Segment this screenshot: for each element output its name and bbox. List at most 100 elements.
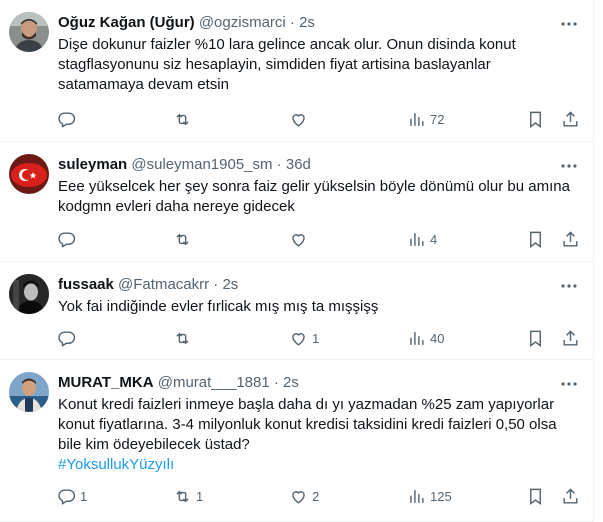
display-name[interactable]: suleyman [58,156,127,173]
avatar[interactable] [9,12,49,52]
tweet-text: Konut kredi faizleri inmeye başla daha d… [58,395,575,475]
action-bar: 1 40 [55,326,579,350]
display-name[interactable]: Oğuz Kağan (Uğur) [58,14,195,31]
more-icon[interactable] [559,156,579,176]
retweet-button[interactable]: 1 [173,484,203,508]
like-button[interactable]: 1 [289,326,319,350]
share-icon [563,110,578,127]
like-button[interactable] [289,107,312,131]
views-icon [410,489,424,503]
like-button[interactable]: 2 [289,484,319,508]
avatar[interactable] [9,274,49,314]
more-icon[interactable] [559,14,579,34]
retweet-icon [176,233,189,245]
view-count: 125 [430,488,452,504]
separator: · [289,14,295,31]
reply-button[interactable]: 1 [57,484,87,508]
tweet-body: Konut kredi faizleri inmeye başla daha d… [58,396,557,453]
tweet[interactable]: MURAT_MKA @murat___1881 · 2s Konut kredi… [0,360,593,522]
timestamp[interactable]: 2s [283,374,299,391]
reply-button[interactable] [57,326,80,350]
tweet[interactable]: Oğuz Kağan (Uğur) @ogzismarci · 2s Dişe … [0,0,593,142]
views-button[interactable]: 4 [407,227,437,251]
retweet-button[interactable] [173,107,196,131]
separator: · [273,374,279,391]
share-button[interactable] [561,227,580,251]
views-icon [410,232,424,246]
reply-button[interactable] [57,107,80,131]
bookmark-icon [530,231,541,248]
user-handle[interactable]: @ogzismarci [199,14,286,31]
user-handle[interactable]: @murat___1881 [158,374,270,391]
separator: · [276,156,282,173]
bookmark-icon [530,330,541,347]
like-count: 1 [312,330,320,346]
tweet-body: Dişe dokunur faizler %10 lara gelince an… [58,36,516,93]
timestamp[interactable]: 2s [299,14,315,31]
reply-button[interactable] [57,227,80,251]
tweet-text: Dişe dokunur faizler %10 lara gelince an… [58,35,575,95]
reply-icon [58,231,76,248]
view-count: 72 [430,111,445,127]
action-bar: 72 [55,107,579,131]
bookmark-button[interactable] [526,326,545,350]
tweet-text: Eee yükselcek her şey sonra faiz gelir y… [58,177,575,217]
share-button[interactable] [561,484,580,508]
views-icon [410,112,424,126]
user-handle[interactable]: @Fatmacakrr [118,276,209,293]
bookmark-button[interactable] [526,107,545,131]
share-icon [563,230,578,247]
avatar[interactable] [9,372,49,412]
reply-icon [58,330,76,347]
like-icon [292,332,305,346]
action-bar: 4 [55,227,579,251]
reply-icon [58,111,76,128]
tweet-header: suleyman @suleyman1905_sm · 36d [58,155,557,175]
timestamp[interactable]: 36d [286,156,311,173]
separator: · [213,276,219,293]
tweet-body: Yok fai indiğinde evler fırlicak mış mış… [58,298,379,315]
tweet-body: Eee yükselcek her şey sonra faiz gelir y… [58,178,570,215]
timestamp[interactable]: 2s [222,276,238,293]
retweet-button[interactable] [173,326,196,350]
reply-count: 1 [80,488,88,504]
like-icon [292,113,305,127]
tweet-header: MURAT_MKA @murat___1881 · 2s [58,373,557,393]
hashtag-link[interactable]: #YoksullukYüzyılı [58,455,575,475]
action-bar: 1 1 2 125 [55,484,579,508]
like-icon [292,233,305,247]
view-count: 4 [430,231,438,247]
share-icon [563,487,578,504]
bookmark-button[interactable] [526,227,545,251]
retweet-icon [176,113,189,125]
share-icon [563,329,578,346]
view-count: 40 [430,330,445,346]
reply-feed: Oğuz Kağan (Uğur) @ogzismarci · 2s Dişe … [0,0,594,522]
tweet-header: fussaak @Fatmacakrr · 2s [58,275,557,295]
tweet-text: Yok fai indiğinde evler fırlicak mış mış… [58,297,575,317]
user-handle[interactable]: @suleyman1905_sm [131,156,272,173]
bookmark-icon [530,488,541,505]
retweet-count: 1 [196,488,204,504]
more-icon[interactable] [559,374,579,394]
tweet[interactable]: fussaak @Fatmacakrr · 2s Yok fai indiğin… [0,262,593,360]
like-count: 2 [312,488,320,504]
views-icon [410,331,424,345]
views-button[interactable]: 125 [407,484,452,508]
like-icon [292,490,305,504]
tweet[interactable]: suleyman @suleyman1905_sm · 36d Eee yüks… [0,142,593,262]
share-button[interactable] [561,326,580,350]
views-button[interactable]: 72 [407,107,444,131]
more-icon[interactable] [559,276,579,296]
retweet-icon [176,332,189,344]
retweet-button[interactable] [173,227,196,251]
display-name[interactable]: fussaak [58,276,114,293]
like-button[interactable] [289,227,312,251]
bookmark-button[interactable] [526,484,545,508]
display-name[interactable]: MURAT_MKA [58,374,154,391]
share-button[interactable] [561,107,580,131]
avatar[interactable] [9,154,49,194]
tweet-header: Oğuz Kağan (Uğur) @ogzismarci · 2s [58,13,557,33]
views-button[interactable]: 40 [407,326,444,350]
bookmark-icon [530,111,541,128]
